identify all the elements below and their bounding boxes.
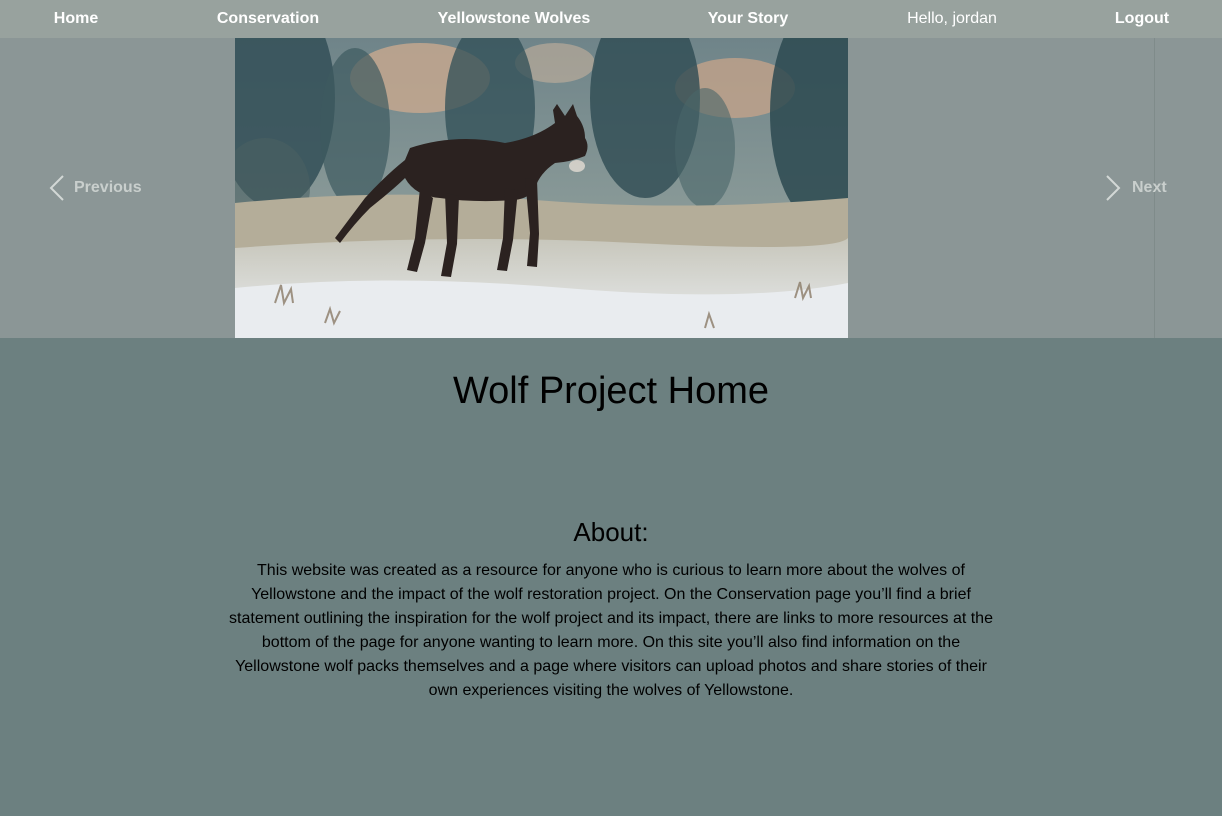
- image-carousel: Previous Next: [0, 38, 1222, 338]
- about-heading: About:: [573, 517, 649, 547]
- nav-your-story-link[interactable]: Your Story: [708, 0, 789, 38]
- top-navbar: Home Conservation Yellowstone Wolves You…: [0, 0, 1222, 38]
- next-label: Next: [1132, 179, 1167, 196]
- about-paragraph: This website was created as a resource f…: [229, 562, 993, 699]
- page-title: Wolf Project Home: [452, 370, 770, 412]
- carousel-previous-button[interactable]: Previous: [48, 172, 142, 204]
- nav-home-link[interactable]: Home: [54, 0, 98, 38]
- nav-logout-link[interactable]: Logout: [1115, 0, 1169, 38]
- previous-label: Previous: [74, 179, 142, 196]
- user-greeting: Hello, jordan: [907, 10, 997, 27]
- nav-yellowstone-wolves-link[interactable]: Yellowstone Wolves: [438, 0, 591, 38]
- chevron-right-icon: [1106, 175, 1121, 201]
- wolf-photo: [235, 38, 848, 338]
- carousel-next-button[interactable]: Next: [1104, 172, 1167, 204]
- nav-conservation-link[interactable]: Conservation: [217, 0, 319, 38]
- chevron-left-icon: [49, 175, 64, 201]
